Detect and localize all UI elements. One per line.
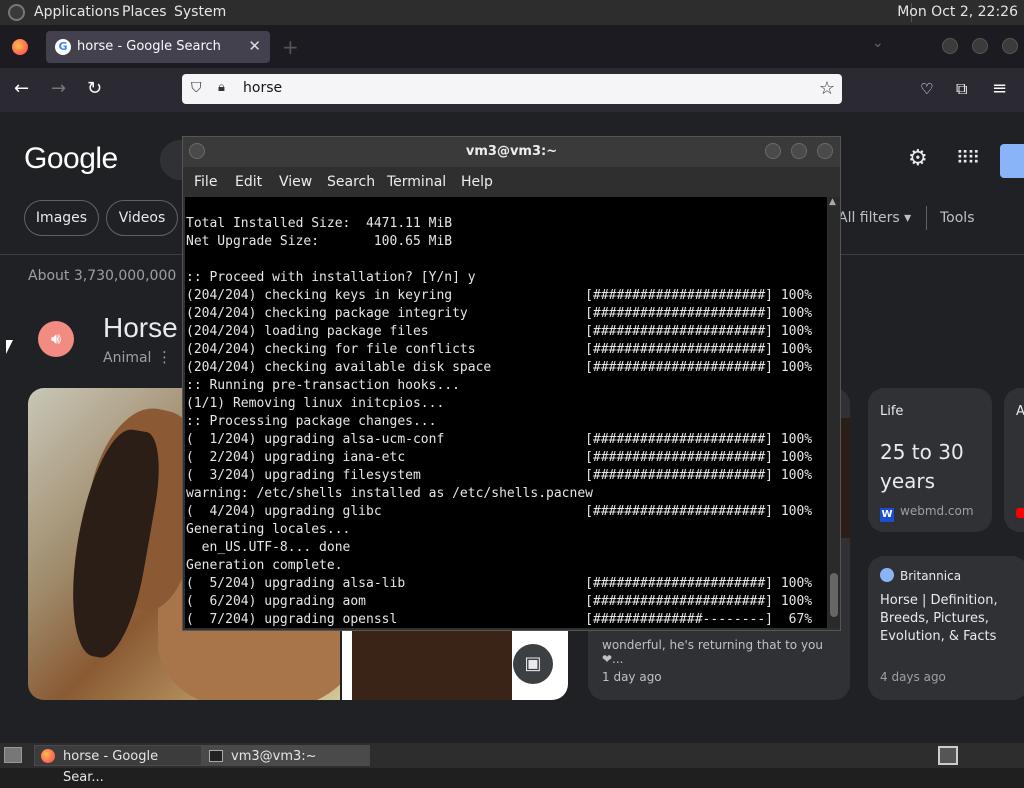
lock-icon[interactable]: 🔒︎ [218, 80, 225, 95]
scroll-up-icon[interactable]: ▲ [829, 197, 836, 207]
extensions-icon[interactable]: ⧉ [956, 79, 967, 99]
image-search-icon[interactable]: ▣ [513, 644, 553, 684]
lifespan-source: Wwebmd.com [880, 504, 974, 522]
britannica-time: 4 days ago [880, 670, 946, 684]
britannica-icon [880, 568, 894, 582]
reload-icon[interactable]: ↻ [87, 78, 102, 99]
tools-button[interactable]: Tools [940, 210, 975, 226]
mouse-cursor [6, 340, 13, 354]
chip-images[interactable]: Images [24, 200, 99, 236]
terminal-titlebar[interactable]: vm3@vm3:~ [183, 137, 840, 167]
menu-search[interactable]: Search [327, 174, 375, 190]
tab-close-icon[interactable]: ✕ [248, 37, 261, 55]
pocket-icon[interactable]: ♡ [920, 80, 933, 98]
terminal-task-icon [209, 750, 223, 762]
tab-title: horse - Google Search [77, 39, 221, 54]
maximize-window-button[interactable] [972, 38, 988, 54]
terminal-menubar: File Edit View Search Terminal Help [183, 167, 840, 195]
youtube-icon [1016, 508, 1024, 518]
britannica-title: Horse | Definition, Breeds, Pictures, Ev… [880, 593, 998, 644]
knowledge-panel-title: Horse [103, 312, 178, 343]
lifespan-value: 25 to 30 years [880, 440, 964, 493]
show-desktop-icon[interactable] [4, 747, 22, 763]
result-stats: About 3,730,000,000 re [28, 268, 195, 284]
google-logo[interactable]: Google [24, 142, 118, 176]
workspace-switcher[interactable] [938, 746, 958, 765]
google-favicon-icon: G [55, 39, 71, 55]
filter-divider [926, 206, 927, 230]
speaker-icon[interactable]: 🔊︎ [38, 321, 74, 357]
taskbar-item-firefox[interactable]: horse - Google Sear... [34, 745, 202, 785]
britannica-card[interactable]: Britannica Horse | Definition, Breeds, P… [868, 556, 1024, 700]
menu-edit[interactable]: Edit [235, 174, 262, 190]
tab-horse-search[interactable]: G horse - Google Search ✕ [46, 31, 270, 63]
terminal-minimize-button[interactable] [765, 143, 781, 159]
navigation-toolbar: ← → ↻ ⛉ 🔒︎ horse ☆ ♡ ⧉ ≡ [0, 68, 1024, 112]
next-card[interactable]: A [1004, 388, 1024, 532]
terminal-title: vm3@vm3:~ [465, 144, 558, 159]
sign-in-button[interactable] [1000, 144, 1024, 178]
minimize-window-button[interactable] [942, 38, 958, 54]
url-bar[interactable]: ⛉ 🔒︎ horse ☆ [182, 74, 842, 104]
all-filters-button[interactable]: All filters ▾ [838, 210, 911, 226]
applications-menu[interactable]: Applications [34, 4, 120, 20]
post-snippet: wonderful, he's returning that to you ❤.… [602, 638, 823, 666]
back-icon[interactable]: ← [14, 78, 29, 99]
browser-tab-bar: G horse - Google Search ✕ + ⌄ [0, 25, 1024, 68]
taskbar-item-terminal[interactable]: vm3@vm3:~ [202, 745, 370, 766]
url-text[interactable]: horse [243, 80, 282, 96]
google-apps-icon[interactable]: ⠿⠿ [956, 148, 980, 169]
chip-videos[interactable]: Videos [106, 200, 178, 236]
firefox-icon[interactable] [12, 39, 28, 55]
terminal-window[interactable]: vm3@vm3:~ File Edit View Search Terminal… [182, 136, 841, 631]
menu-terminal[interactable]: Terminal [387, 174, 446, 190]
webmd-icon: W [880, 508, 894, 522]
places-menu[interactable]: Places [122, 4, 167, 20]
bookmark-star-icon[interactable]: ☆ [819, 78, 835, 99]
more-options-icon[interactable]: ⋮ [157, 348, 172, 366]
app-menu-icon[interactable]: ≡ [992, 78, 1007, 99]
terminal-output[interactable]: Total Installed Size: 4471.11 MiB Net Up… [185, 197, 827, 628]
close-window-button[interactable] [1002, 38, 1018, 54]
new-tab-button[interactable]: + [282, 35, 299, 59]
britannica-source: Britannica [880, 568, 961, 583]
post-time: 1 day ago [602, 670, 662, 684]
terminal-scrollbar[interactable]: ▲ [828, 197, 840, 628]
firefox-task-icon [41, 749, 55, 763]
forward-icon[interactable]: → [51, 78, 66, 99]
clock[interactable]: Mon Oct 2, 22:26 [897, 4, 1018, 20]
scrollbar-thumb[interactable] [830, 573, 838, 617]
bottom-panel: horse - Google Sear... vm3@vm3:~ [0, 743, 1024, 785]
settings-gear-icon[interactable]: ⚙ [908, 146, 928, 171]
top-panel: Applications Places System Mon Oct 2, 22… [0, 0, 1024, 25]
knowledge-panel-subtitle: Animal [103, 350, 152, 366]
list-all-tabs-icon[interactable]: ⌄ [872, 35, 884, 51]
terminal-close-button[interactable] [817, 143, 833, 159]
terminal-maximize-button[interactable] [791, 143, 807, 159]
next-card-label: A [1016, 404, 1024, 419]
tracking-shield-icon[interactable]: ⛉ [191, 80, 202, 96]
distro-logo-icon[interactable] [8, 4, 25, 21]
system-menu[interactable]: System [174, 4, 226, 20]
menu-file[interactable]: File [194, 174, 217, 190]
terminal-text: Total Installed Size: 4471.11 MiB Net Up… [186, 216, 813, 627]
menu-view[interactable]: View [279, 174, 312, 190]
lifespan-label: Life [880, 404, 904, 419]
menu-help[interactable]: Help [461, 174, 493, 190]
lifespan-card[interactable]: Life 25 to 30 years Wwebmd.com [868, 388, 992, 532]
